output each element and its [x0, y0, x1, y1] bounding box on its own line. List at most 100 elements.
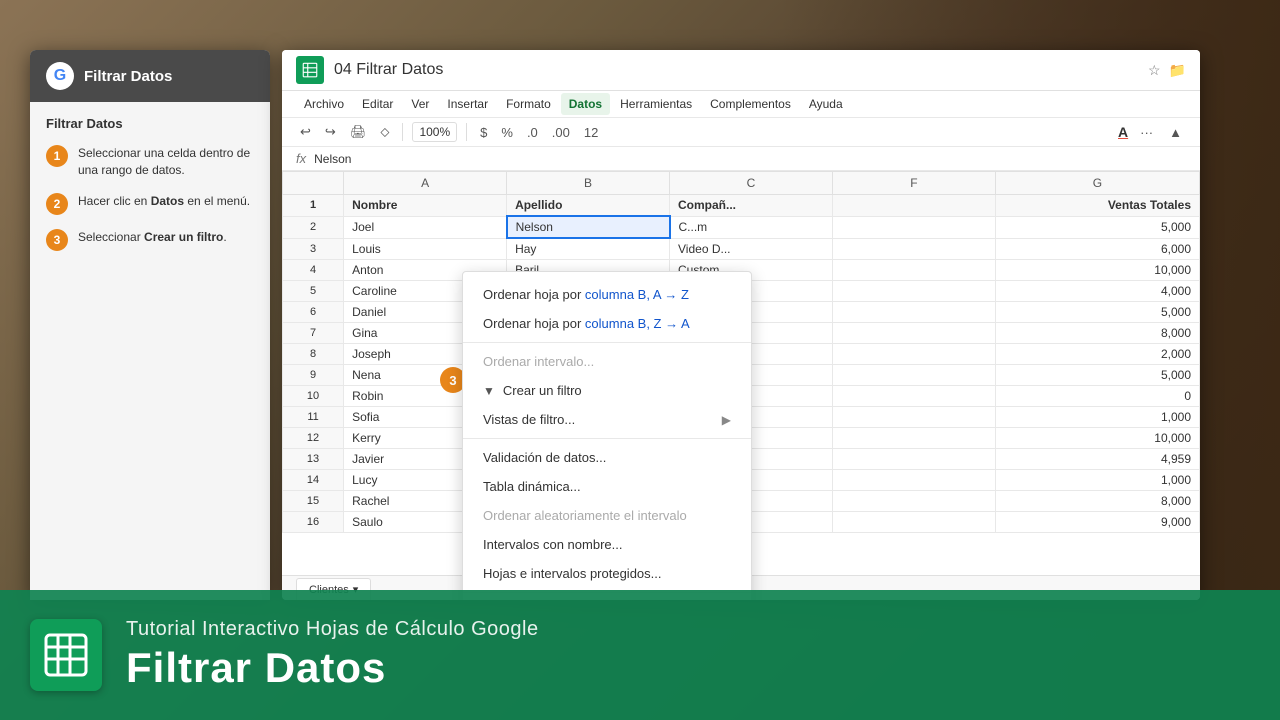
step-2-number: 2: [46, 193, 68, 215]
ordenar-intervalo-label: Ordenar intervalo...: [483, 354, 594, 369]
title-icons: ☆ 📁: [1148, 62, 1186, 79]
menu-formato[interactable]: Formato: [498, 93, 559, 115]
folder-icon[interactable]: 📁: [1169, 62, 1186, 79]
fx-label: fx: [296, 151, 306, 166]
bottom-green-bar: Tutorial Interactivo Hojas de Cálculo Go…: [0, 590, 1280, 720]
separator-2: [466, 123, 467, 141]
tabla-dinamica-label: Tabla dinámica...: [483, 479, 581, 494]
spreadsheet-wrapper: 04 Filtrar Datos ☆ 📁 Archivo Editar Ver …: [282, 50, 1200, 600]
ordenar-intervalo-item: Ordenar intervalo...: [463, 347, 751, 376]
sort-za-label: Ordenar hoja por columna B, Z → A: [483, 316, 690, 331]
sort-az-label: Ordenar hoja por columna B, A → Z: [483, 287, 689, 302]
cell-c2[interactable]: C...m: [670, 216, 833, 238]
menu-herramientas[interactable]: Herramientas: [612, 93, 700, 115]
print-button[interactable]: 🖨: [346, 122, 371, 142]
table-row: 3 Louis Hay Video D... 6,000: [283, 238, 1200, 260]
star-icon[interactable]: ☆: [1148, 62, 1161, 79]
row-num-2: 2: [283, 216, 344, 238]
formula-value[interactable]: Nelson: [314, 152, 351, 166]
validacion-datos-label: Validación de datos...: [483, 450, 606, 465]
font-color-button[interactable]: A: [1118, 124, 1128, 140]
sidebar-header-title: Filtrar Datos: [84, 68, 172, 85]
cell-nelson[interactable]: Nelson: [507, 216, 670, 238]
validacion-datos-item[interactable]: Validación de datos...: [463, 443, 751, 472]
col-header-a[interactable]: A: [344, 172, 507, 195]
header-ventas: Ventas Totales: [995, 195, 1199, 217]
step-2: 2 Hacer clic en Datos en el menú.: [46, 193, 254, 215]
hojas-protegidos-item[interactable]: Hojas e intervalos protegidos...: [463, 559, 751, 588]
decimal-increase-button[interactable]: .00: [548, 123, 574, 142]
ordenar-aleatoriamente-item: Ordenar aleatoriamente el intervalo: [463, 501, 751, 530]
spreadsheet-title: 04 Filtrar Datos: [334, 61, 1138, 79]
cell-ventas-2[interactable]: 5,000: [995, 216, 1199, 238]
header-apellido: Apellido: [507, 195, 670, 217]
undo-button[interactable]: ↩: [296, 122, 315, 142]
sort-az-item[interactable]: Ordenar hoja por columna B, A → Z: [463, 280, 751, 309]
bottom-text-block: Tutorial Interactivo Hojas de Cálculo Go…: [126, 618, 539, 691]
grid-container: A B C F G 1 Nombre Apellido Compañ... V: [282, 171, 1200, 600]
column-headers: A B C F G: [283, 172, 1200, 195]
step-1: 1 Seleccionar una celda dentro de una ra…: [46, 145, 254, 179]
collapse-button[interactable]: ▲: [1165, 123, 1186, 142]
col-header-b[interactable]: B: [507, 172, 670, 195]
crear-filtro-item[interactable]: ▼ Crear un filtro: [463, 376, 751, 405]
col-header-f[interactable]: F: [832, 172, 995, 195]
col-header-g[interactable]: G: [995, 172, 1199, 195]
zoom-selector[interactable]: 100%: [412, 122, 457, 142]
cell-joel[interactable]: Joel: [344, 216, 507, 238]
main-container: G Filtrar Datos Filtrar Datos 1 Seleccio…: [30, 50, 1200, 600]
table-row: 2 Joel Nelson C...m 5,000: [283, 216, 1200, 238]
sort-za-item[interactable]: Ordenar hoja por columna B, Z → A: [463, 309, 751, 338]
step-2-text: Hacer clic en Datos en el menú.: [78, 193, 250, 210]
more-options-button[interactable]: ···: [1136, 123, 1157, 142]
data-header-row: 1 Nombre Apellido Compañ... Ventas Total…: [283, 195, 1200, 217]
vistas-filtro-label: Vistas de filtro...: [483, 412, 575, 427]
vistas-filtro-item[interactable]: Vistas de filtro... ▶: [463, 405, 751, 434]
format-12-button[interactable]: 12: [580, 123, 602, 142]
bottom-sheets-logo: [30, 619, 102, 691]
col-header-c[interactable]: C: [670, 172, 833, 195]
intervalos-nombre-label: Intervalos con nombre...: [483, 537, 622, 552]
menu-datos[interactable]: Datos: [561, 93, 610, 115]
menu-bar: Archivo Editar Ver Insertar Formato Dato…: [282, 91, 1200, 118]
toolbar-right: A ··· ▲: [1118, 123, 1186, 142]
step-1-number: 1: [46, 145, 68, 167]
menu-insertar[interactable]: Insertar: [439, 93, 496, 115]
menu-section-2: Validación de datos... Tabla dinámica...…: [463, 439, 751, 593]
cell-f2: [832, 216, 995, 238]
google-logo: G: [46, 62, 74, 90]
row-num-1: 1: [283, 195, 344, 217]
paint-format-button[interactable]: ⬦: [376, 122, 393, 142]
currency-button[interactable]: $: [476, 123, 491, 142]
toolbar: ↩ ↪ 🖨 ⬦ 100% $ % .0 .00 12 A ··· ▲: [282, 118, 1200, 147]
redo-button[interactable]: ↪: [321, 122, 340, 142]
ordenar-aleatoriamente-label: Ordenar aleatoriamente el intervalo: [483, 508, 687, 523]
tabla-dinamica-item[interactable]: Tabla dinámica...: [463, 472, 751, 501]
separator-1: [402, 123, 403, 141]
menu-ver[interactable]: Ver: [403, 93, 437, 115]
menu-editar[interactable]: Editar: [354, 93, 401, 115]
percent-button[interactable]: %: [497, 123, 517, 142]
menu-complementos[interactable]: Complementos: [702, 93, 799, 115]
decimal-decrease-button[interactable]: .0: [523, 123, 542, 142]
sidebar-content: Filtrar Datos 1 Seleccionar una celda de…: [30, 102, 270, 279]
hojas-protegidos-label: Hojas e intervalos protegidos...: [483, 566, 661, 581]
step-3: 3 Seleccionar Crear un filtro.: [46, 229, 254, 251]
bottom-main-title: Filtrar Datos: [126, 645, 539, 691]
menu-ayuda[interactable]: Ayuda: [801, 93, 851, 115]
vistas-filtro-arrow: ▶: [722, 413, 731, 427]
menu-archivo[interactable]: Archivo: [296, 93, 352, 115]
header-nombre: Nombre: [344, 195, 507, 217]
bottom-subtitle: Tutorial Interactivo Hojas de Cálculo Go…: [126, 618, 539, 641]
sidebar-content-title: Filtrar Datos: [46, 116, 254, 131]
crear-filtro-content: ▼ Crear un filtro: [483, 383, 582, 398]
intervalos-nombre-item[interactable]: Intervalos con nombre...: [463, 530, 751, 559]
bottom-overlay: Tutorial Interactivo Hojas de Cálculo Go…: [0, 590, 1280, 720]
step-1-text: Seleccionar una celda dentro de una rang…: [78, 145, 254, 179]
header-empty: [832, 195, 995, 217]
sidebar-header: G Filtrar Datos: [30, 50, 270, 102]
spreadsheet-titlebar: 04 Filtrar Datos ☆ 📁: [282, 50, 1200, 91]
context-menu: Ordenar hoja por columna B, A → Z Ordena…: [462, 271, 752, 600]
menu-section-1: Ordenar intervalo... ▼ Crear un filtro V…: [463, 343, 751, 439]
formula-bar: fx Nelson: [282, 147, 1200, 171]
